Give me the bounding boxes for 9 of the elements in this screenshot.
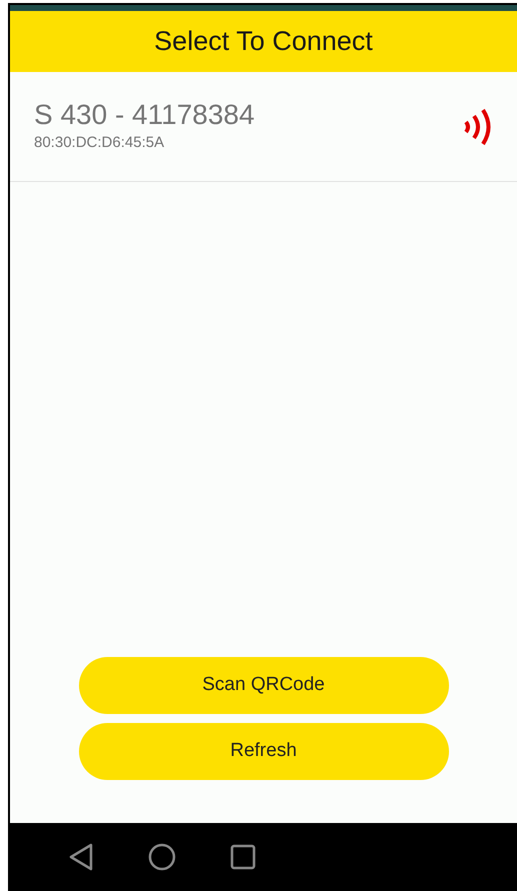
action-button[interactable]: Scan QRCode bbox=[78, 657, 448, 714]
recent-apps-icon[interactable] bbox=[230, 844, 256, 870]
device-list-item[interactable]: S 430 - 41178384 80:30:DC:D6:45:5A bbox=[10, 72, 517, 182]
home-icon[interactable] bbox=[148, 843, 176, 871]
action-button[interactable]: Refresh bbox=[78, 723, 448, 780]
device-address: 80:30:DC:D6:45:5A bbox=[34, 133, 166, 154]
screen-title: Select To Connect bbox=[154, 25, 373, 58]
back-icon[interactable] bbox=[68, 843, 94, 871]
device-name: S 430 - 41178384 bbox=[34, 98, 255, 132]
